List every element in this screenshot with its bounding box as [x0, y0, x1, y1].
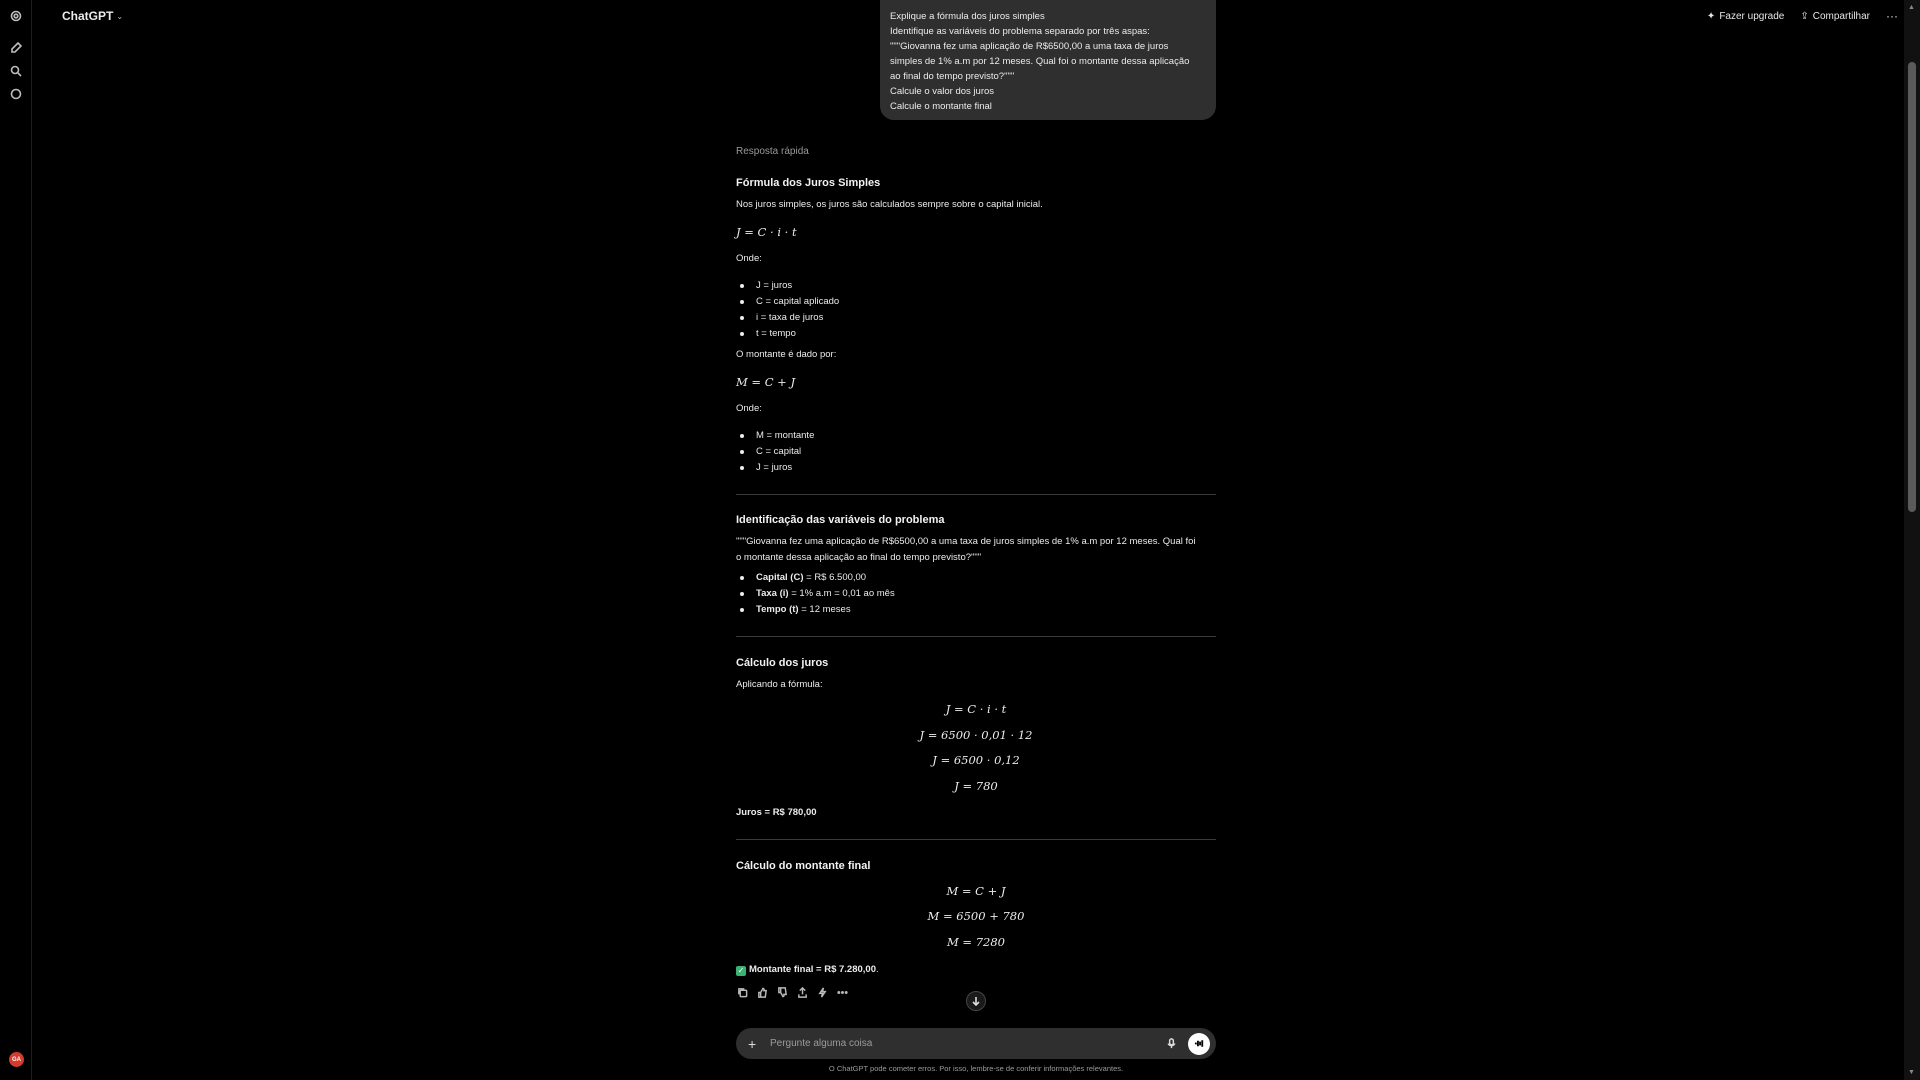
variable-value: = R$ 6.500,00	[803, 572, 867, 583]
list-item: Capital (C) = R$ 6.500,00	[736, 570, 895, 586]
arrow-down-icon	[972, 997, 980, 1006]
variable-list: M = montante C = capital J = juros	[736, 428, 814, 476]
variable-list: J = juros C = capital aplicado i = taxa …	[736, 278, 839, 342]
section-title: Cálculo dos juros	[736, 657, 829, 669]
user-message-line: Calcule o montante final	[890, 101, 992, 112]
formula-step: M = 7280	[947, 935, 1005, 949]
scroll-down-arrow-icon[interactable]: ▼	[1908, 1069, 1915, 1076]
share-message-icon[interactable]	[796, 986, 808, 998]
list-item: Taxa (i) = 1% a.m = 0,01 ao mês	[736, 586, 895, 602]
paragraph: Onde:	[736, 403, 762, 414]
list-item: C = capital	[736, 444, 814, 460]
list-item: M = montante	[736, 428, 814, 444]
variable-label: Tempo (t)	[756, 604, 799, 615]
scrollbar-thumb[interactable]	[1908, 62, 1916, 512]
more-options-icon[interactable]: ···	[1886, 9, 1898, 23]
user-message-line: Explique a fórmula dos juros simples	[890, 11, 1045, 22]
user-message-line: Calcule o valor dos juros	[890, 86, 995, 97]
result-text: Juros = R$ 780,00	[736, 807, 817, 818]
model-name: ChatGPT	[62, 9, 114, 23]
upgrade-button[interactable]: ✦ Fazer upgrade	[1707, 11, 1784, 22]
new-chat-icon[interactable]	[8, 40, 24, 56]
list-item: J = juros	[736, 278, 839, 294]
chats-icon[interactable]	[8, 86, 24, 102]
user-message-line: simples de 1% a.m por 12 meses. Qual foi…	[890, 56, 1190, 67]
check-icon: ✓	[736, 966, 746, 976]
formula: J = C · i · t	[736, 225, 797, 239]
sparkle-icon: ✦	[1706, 10, 1716, 22]
user-message-line: """Giovanna fez uma aplicação de R$6500,…	[890, 41, 1169, 52]
quoted-problem: """Giovanna fez uma aplicação de R$6500,…	[736, 536, 1196, 547]
more-actions-icon[interactable]	[836, 986, 848, 998]
model-selector[interactable]: ChatGPT ⌄	[62, 9, 123, 23]
variable-label: Taxa (i)	[756, 588, 789, 599]
section-title: Identificação das variáveis do problema	[736, 514, 945, 526]
section-title: Fórmula dos Juros Simples	[736, 177, 881, 189]
formula: M = C + J	[736, 375, 796, 389]
divider	[736, 839, 1216, 840]
search-icon[interactable]	[8, 63, 24, 79]
copy-icon[interactable]	[736, 986, 748, 998]
response-mode-label: Resposta rápida	[736, 146, 809, 157]
microphone-icon[interactable]	[1164, 1037, 1178, 1051]
scroll-up-arrow-icon[interactable]: ▲	[1908, 4, 1915, 11]
scroll-to-bottom-button[interactable]	[966, 991, 986, 1011]
top-actions: ✦ Fazer upgrade ⇪ Compartilhar ···	[1707, 9, 1898, 23]
formula-step: J = 780	[954, 779, 998, 793]
paragraph: Nos juros simples, os juros são calculad…	[736, 199, 1043, 210]
message-composer: +	[736, 1028, 1216, 1059]
regenerate-icon[interactable]	[816, 986, 828, 998]
variable-value: = 12 meses	[798, 604, 851, 615]
variable-label: Capital (C)	[756, 572, 804, 583]
quoted-problem: o montante dessa aplicação ao final do t…	[736, 552, 982, 563]
formula-step: M = 6500 + 780	[927, 909, 1025, 923]
chatgpt-app: GA ChatGPT ⌄ ✦ Fazer upgrade ⇪ Compartil…	[0, 0, 1920, 1080]
plus-icon[interactable]: +	[748, 1036, 762, 1052]
upgrade-label: Fazer upgrade	[1719, 10, 1785, 22]
prompt-input[interactable]	[770, 1038, 1164, 1049]
message-actions	[736, 986, 848, 998]
paragraph: Onde:	[736, 253, 762, 264]
user-message-line: ao final do tempo previsto?"""	[890, 71, 1015, 82]
list-item: Tempo (t) = 12 meses	[736, 602, 895, 618]
openai-logo-icon[interactable]	[8, 8, 24, 24]
chevron-down-icon: ⌄	[116, 11, 124, 21]
voice-mode-button[interactable]	[1188, 1032, 1210, 1055]
left-rail: GA	[0, 0, 32, 1080]
formula-step: J = 6500 · 0,01 · 12	[919, 728, 1033, 742]
formula-step: M = C + J	[946, 884, 1006, 898]
final-result-text: Montante final = R$ 7.280,00	[749, 964, 876, 975]
paragraph: O montante é dado por:	[736, 349, 837, 360]
paragraph: Aplicando a fórmula:	[736, 679, 823, 690]
section-title: Cálculo do montante final	[736, 860, 871, 872]
final-result: ✓ Montante final = R$ 7.280,00.	[736, 964, 879, 976]
list-item: J = juros	[736, 460, 814, 476]
user-message-line: Identifique as variáveis do problema sep…	[890, 26, 1150, 37]
waveform-icon	[1194, 1040, 1203, 1047]
formula-step: J = 6500 · 0,12	[932, 753, 1020, 767]
avatar[interactable]: GA	[9, 1052, 24, 1067]
scrollbar[interactable]: ▲ ▼	[1904, 0, 1920, 1080]
thumbs-down-icon[interactable]	[776, 986, 788, 998]
list-item: i = taxa de juros	[736, 310, 839, 326]
variable-value: = 1% a.m = 0,01 ao mês	[788, 588, 895, 599]
formula-step: J = C · i · t	[945, 702, 1007, 716]
share-icon: ⇪	[1800, 10, 1809, 22]
user-message-bubble: Explique a fórmula dos juros simples Ide…	[880, 0, 1216, 120]
disclaimer-text: O ChatGPT pode cometer erros. Por isso, …	[828, 1064, 1124, 1073]
final-result-suffix: .	[875, 964, 879, 975]
problem-variables-list: Capital (C) = R$ 6.500,00 Taxa (i) = 1% …	[736, 570, 895, 618]
list-item: C = capital aplicado	[736, 294, 839, 310]
divider	[736, 636, 1216, 637]
thumbs-up-icon[interactable]	[756, 986, 768, 998]
divider	[736, 494, 1216, 495]
share-button[interactable]: ⇪ Compartilhar	[1800, 11, 1870, 22]
list-item: t = tempo	[736, 326, 839, 342]
share-label: Compartilhar	[1812, 10, 1870, 22]
